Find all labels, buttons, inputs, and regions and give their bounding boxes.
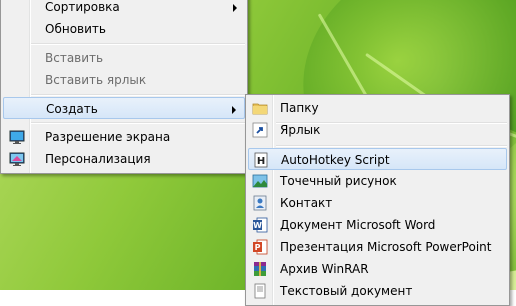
menu-separator: [31, 43, 245, 45]
submenu-arrow-icon: [233, 4, 237, 12]
menu-item-label: Папку: [280, 101, 319, 115]
menu-item-create[interactable]: Создать: [3, 97, 245, 119]
contact-icon: [253, 195, 267, 211]
menu-item-label: AutoHotkey Script: [281, 153, 390, 167]
submenu-item-contact[interactable]: Контакт: [248, 192, 507, 214]
create-submenu: Папку Ярлык H AutoHotkey Script Точечный…: [245, 94, 510, 306]
menu-item-label: Разрешение экрана: [45, 130, 171, 144]
menu-item-label: Архив WinRAR: [280, 262, 369, 276]
submenu-item-shortcut[interactable]: Ярлык: [248, 119, 507, 141]
personalization-icon: [9, 152, 25, 166]
submenu-item-word-document[interactable]: W Документ Microsoft Word: [248, 214, 507, 236]
menu-separator: [31, 94, 245, 96]
svg-text:H: H: [257, 156, 265, 167]
submenu-item-text-document[interactable]: Текстовый документ: [248, 280, 507, 302]
menu-item-label: Документ Microsoft Word: [280, 218, 436, 232]
word-icon: W: [253, 217, 268, 233]
menu-item-label: Контакт: [280, 196, 333, 210]
menu-separator: [31, 122, 245, 124]
menu-item-personalization[interactable]: Персонализация: [3, 148, 245, 170]
submenu-item-folder[interactable]: Папку: [248, 97, 507, 119]
menu-item-label: Ярлык: [280, 123, 321, 137]
submenu-arrow-icon: [232, 106, 236, 114]
menu-separator: [276, 145, 507, 147]
autohotkey-icon: H: [254, 152, 268, 168]
menu-item-sort[interactable]: Сортировка: [3, 0, 245, 18]
menu-item-paste-shortcut[interactable]: Вставить ярлык: [3, 69, 245, 91]
menu-item-label: Вставить: [45, 51, 104, 65]
submenu-item-bitmap[interactable]: Точечный рисунок: [248, 170, 507, 192]
submenu-item-powerpoint-presentation[interactable]: P Презентация Microsoft PowerPoint: [248, 236, 507, 258]
svg-text:W: W: [253, 221, 262, 230]
shortcut-icon: [252, 122, 268, 138]
bitmap-icon: [252, 174, 268, 188]
winrar-icon: [254, 262, 266, 276]
submenu-item-winrar-archive[interactable]: Архив WinRAR: [248, 258, 507, 280]
menu-item-label: Презентация Microsoft PowerPoint: [280, 240, 492, 254]
menu-item-label: Текстовый документ: [280, 284, 413, 298]
menu-item-label: Сортировка: [45, 0, 120, 14]
menu-item-paste[interactable]: Вставить: [3, 47, 245, 69]
menu-item-label: Персонализация: [45, 152, 151, 166]
menu-item-label: Обновить: [45, 22, 106, 36]
svg-text:P: P: [255, 243, 261, 252]
text-document-icon: [254, 283, 266, 299]
menu-item-refresh[interactable]: Обновить: [3, 18, 245, 40]
submenu-item-autohotkey-script[interactable]: H AutoHotkey Script: [248, 148, 507, 170]
menu-item-screen-resolution[interactable]: Разрешение экрана: [3, 126, 245, 148]
powerpoint-icon: P: [253, 239, 268, 255]
desktop-context-menu: Сортировка Обновить Вставить Вставить яр…: [0, 0, 248, 174]
monitor-icon: [9, 130, 25, 144]
folder-icon: [252, 103, 268, 115]
menu-item-label: Создать: [46, 102, 98, 116]
menu-item-label: Точечный рисунок: [280, 174, 397, 188]
menu-item-label: Вставить ярлык: [45, 73, 147, 87]
